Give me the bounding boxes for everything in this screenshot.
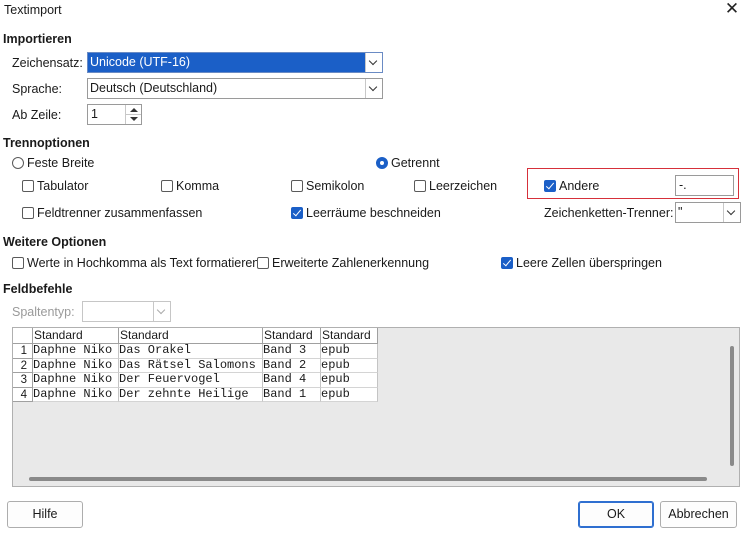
zeichenketten-value: " xyxy=(678,205,683,219)
feldbefehle-heading: Feldbefehle xyxy=(3,282,73,296)
chevron-down-icon[interactable] xyxy=(365,53,382,72)
leerraeume-label: Leerräume beschneiden xyxy=(306,206,441,220)
close-icon[interactable]: ✕ xyxy=(722,0,742,19)
feldtrenner-checkbox[interactable] xyxy=(22,207,34,219)
zeichensatz-select[interactable]: Unicode (UTF-16) xyxy=(87,52,383,73)
grid-corner xyxy=(13,328,33,344)
komma-checkbox[interactable] xyxy=(161,180,173,192)
sprache-label: Sprache: xyxy=(12,82,63,96)
row-number: 1 xyxy=(13,344,33,359)
table-cell: Das Rätsel Salomons xyxy=(119,358,263,373)
zahlen-checkbox[interactable] xyxy=(257,257,269,269)
table-cell: Daphne Niko xyxy=(33,373,119,388)
sprache-value: Deutsch (Deutschland) xyxy=(90,81,218,95)
zeichenketten-label: Zeichenketten-Trenner: xyxy=(544,206,674,220)
table-cell: epub xyxy=(321,344,378,359)
preview-grid[interactable]: Standard Standard Standard Standard 1 Da… xyxy=(12,327,740,487)
row-number: 4 xyxy=(13,387,33,402)
chevron-down-icon[interactable] xyxy=(365,79,382,98)
ok-button[interactable]: OK xyxy=(578,501,654,528)
importieren-heading: Importieren xyxy=(3,32,72,46)
row-number: 3 xyxy=(13,373,33,388)
chevron-down-icon[interactable] xyxy=(153,302,170,321)
table-cell: Der zehnte Heilige xyxy=(119,387,263,402)
ab-zeile-value: 1 xyxy=(91,107,98,121)
trennoptionen-heading: Trennoptionen xyxy=(3,136,90,150)
table-cell: Band 4 xyxy=(263,373,321,388)
zahlen-label: Erweiterte Zahlenerkennung xyxy=(272,256,430,270)
horizontal-scrollbar[interactable] xyxy=(29,477,707,481)
hochkomma-label: Werte in Hochkomma als Text formatieren xyxy=(27,256,260,270)
feste-breite-radio[interactable] xyxy=(12,157,24,169)
getrennt-radio[interactable] xyxy=(376,157,388,169)
column-header[interactable]: Standard xyxy=(119,328,263,344)
column-header[interactable]: Standard xyxy=(33,328,119,344)
table-cell: epub xyxy=(321,373,378,388)
column-header[interactable]: Standard xyxy=(321,328,378,344)
column-header[interactable]: Standard xyxy=(263,328,321,344)
sprache-select[interactable]: Deutsch (Deutschland) xyxy=(87,78,383,99)
feste-breite-label: Feste Breite xyxy=(27,156,95,170)
table-cell: Daphne Niko xyxy=(33,387,119,402)
table-cell: Band 3 xyxy=(263,344,321,359)
semikolon-label: Semikolon xyxy=(306,179,365,193)
window-title: Textimport xyxy=(4,3,62,17)
ab-zeile-label: Ab Zeile: xyxy=(12,108,62,122)
leerzeichen-label: Leerzeichen xyxy=(429,179,498,193)
row-number: 2 xyxy=(13,358,33,373)
abbrechen-button[interactable]: Abbrechen xyxy=(660,501,737,528)
table-cell: Das Orakel xyxy=(119,344,263,359)
komma-label: Komma xyxy=(176,179,220,193)
zeichensatz-label: Zeichensatz: xyxy=(12,56,83,70)
table-cell: epub xyxy=(321,387,378,402)
table-cell: Der Feuervogel xyxy=(119,373,263,388)
tabulator-label: Tabulator xyxy=(37,179,89,193)
spin-down-icon[interactable] xyxy=(125,114,141,124)
zeichensatz-value: Unicode (UTF-16) xyxy=(90,55,191,69)
weitere-optionen-heading: Weitere Optionen xyxy=(3,235,107,249)
andere-value: -. xyxy=(679,178,687,192)
leerraeume-checkbox[interactable] xyxy=(291,207,303,219)
title-bar: Textimport ✕ xyxy=(0,0,746,22)
table-cell: Daphne Niko xyxy=(33,358,119,373)
tabulator-checkbox[interactable] xyxy=(22,180,34,192)
table-cell: Band 2 xyxy=(263,358,321,373)
andere-input[interactable]: -. xyxy=(675,175,734,196)
spaltentyp-label: Spaltentyp: xyxy=(12,305,75,319)
ab-zeile-stepper[interactable]: 1 xyxy=(87,104,142,125)
spaltentyp-select[interactable] xyxy=(82,301,171,322)
getrennt-label: Getrennt xyxy=(391,156,440,170)
table-cell: epub xyxy=(321,358,378,373)
leerzeichen-checkbox[interactable] xyxy=(414,180,426,192)
table-cell: Daphne Niko xyxy=(33,344,119,359)
leere-zellen-checkbox[interactable] xyxy=(501,257,513,269)
andere-label: Andere xyxy=(559,179,600,193)
vertical-scrollbar[interactable] xyxy=(730,346,734,466)
table-cell: Band 1 xyxy=(263,387,321,402)
andere-checkbox[interactable] xyxy=(544,180,556,192)
chevron-down-icon[interactable] xyxy=(723,203,740,222)
hochkomma-checkbox[interactable] xyxy=(12,257,24,269)
leere-zellen-label: Leere Zellen überspringen xyxy=(516,256,662,270)
hilfe-button[interactable]: Hilfe xyxy=(7,501,83,528)
semikolon-checkbox[interactable] xyxy=(291,180,303,192)
feldtrenner-label: Feldtrenner zusammenfassen xyxy=(37,206,203,220)
zeichenketten-select[interactable]: " xyxy=(675,202,741,223)
